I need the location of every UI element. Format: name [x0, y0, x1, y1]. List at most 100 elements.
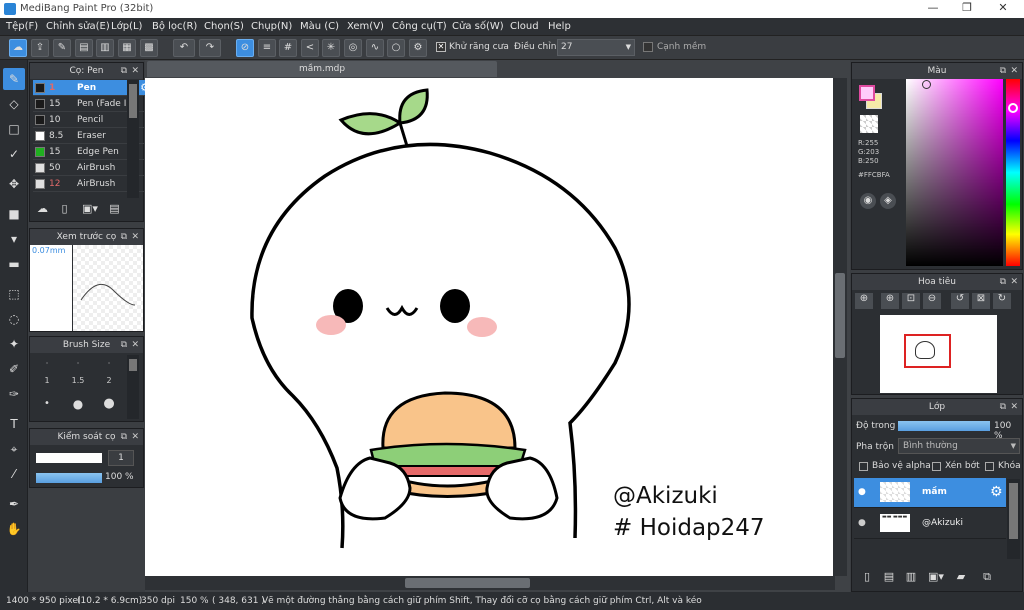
zoom-out-icon[interactable]: ⊖ — [923, 293, 941, 309]
popout-icon[interactable]: ⧉ — [1000, 399, 1006, 415]
popout-icon[interactable]: ⧉ — [121, 337, 127, 353]
move-tool-icon[interactable]: ✥ — [3, 173, 25, 195]
menu-capture[interactable]: Chụp(N) — [251, 21, 292, 32]
close-icon[interactable]: ✕ — [1010, 63, 1018, 79]
text-tool-icon[interactable]: T — [3, 413, 25, 435]
perspective-snap-icon[interactable]: < — [301, 39, 319, 57]
navigator-preview[interactable] — [880, 315, 997, 393]
fit-icon[interactable]: ⊡ — [902, 293, 920, 309]
parallel-snap-icon[interactable]: ≡ — [258, 39, 276, 57]
cloud-icon[interactable]: ☁ — [9, 39, 27, 57]
divide-tool-icon[interactable]: ⌖ — [3, 438, 25, 460]
grid-icon[interactable]: ▩ — [140, 39, 158, 57]
pages-icon[interactable]: ▦ — [118, 39, 136, 57]
menu-tools[interactable]: Công cụ(T) — [392, 21, 447, 32]
close-icon[interactable]: ✕ — [131, 429, 139, 445]
menu-layer[interactable]: Lớp(L) — [111, 21, 142, 32]
layer-list-scrollbar[interactable] — [1007, 479, 1020, 559]
menu-cloud[interactable]: Cloud — [510, 21, 539, 32]
brush-size-scrollbar[interactable] — [127, 355, 139, 419]
magic-wand-tool-icon[interactable]: ✦ — [3, 333, 25, 355]
layer-row-akizuki[interactable]: ● ▬▬ ▬▬▬ @Akizuki — [854, 509, 1006, 539]
select-pen-tool-icon[interactable]: ✐ — [3, 358, 25, 380]
brush-size-cell[interactable]: · 2 — [94, 355, 124, 387]
redo-icon[interactable]: ↷ — [199, 39, 221, 57]
lasso-tool-icon[interactable]: ◌ — [3, 308, 25, 330]
close-icon[interactable]: ✕ — [131, 337, 139, 353]
new-brush-icon[interactable]: ▯ — [56, 202, 73, 219]
blend-mode-select[interactable]: Bình thường ▼ — [898, 438, 1020, 454]
menu-help[interactable]: Help — [548, 21, 571, 32]
select-eraser-tool-icon[interactable]: ✑ — [3, 383, 25, 405]
zoom-in-icon[interactable]: ⊕ — [855, 293, 873, 309]
brush-size-cell[interactable]: ● — [94, 389, 124, 419]
popout-icon[interactable]: ⧉ — [121, 429, 127, 445]
antialias-checkbox[interactable]: ✕ — [436, 42, 446, 52]
layer-menu-icon[interactable]: ▣▾ — [924, 570, 948, 586]
menu-view[interactable]: Xem(V) — [347, 21, 384, 32]
close-icon[interactable]: ✕ — [1010, 274, 1018, 290]
popout-icon[interactable]: ⧉ — [121, 229, 127, 245]
correction-select[interactable]: 27 ▼ — [557, 39, 635, 56]
eye-icon[interactable]: ● — [858, 487, 866, 497]
brush-size-slider[interactable] — [36, 453, 102, 463]
brush-cloud-icon[interactable]: ☁ — [34, 202, 51, 219]
close-icon[interactable]: ✕ — [131, 229, 139, 245]
hue-slider[interactable] — [1006, 79, 1020, 266]
transparent-color-icon[interactable] — [860, 115, 878, 133]
brush-opacity-slider[interactable] — [36, 473, 102, 483]
layer-row-mam[interactable]: ● mầm ⚙ — [854, 478, 1006, 508]
rotate-left-icon[interactable]: ↺ — [951, 293, 969, 309]
canvas-vertical-scrollbar[interactable] — [833, 78, 847, 576]
settings-snap-icon[interactable]: ⚙ — [409, 39, 427, 57]
gradient-tool-icon[interactable]: ▬ — [3, 253, 25, 275]
palette-icon[interactable]: ◉ — [860, 193, 876, 209]
hand-tool-icon[interactable]: ✋ — [3, 518, 25, 540]
minimize-button[interactable]: — — [918, 1, 948, 17]
lock-checkbox[interactable] — [985, 462, 994, 471]
menu-color[interactable]: Màu (C) — [300, 21, 339, 32]
soft-edge-checkbox[interactable] — [643, 42, 653, 52]
protect-alpha-checkbox[interactable] — [859, 462, 868, 471]
brush-size-cell[interactable]: · 1 — [32, 355, 62, 387]
menu-window[interactable]: Cửa số(W) — [452, 21, 504, 32]
document-tab[interactable]: mầm.mdp — [147, 61, 497, 77]
speech-icon[interactable]: ▤ — [75, 39, 93, 57]
radial-snap-icon[interactable]: ✳ — [322, 39, 340, 57]
zoom-in-icon[interactable]: ⊕ — [881, 293, 899, 309]
eyedropper-tool-icon[interactable]: ⁄ — [3, 463, 25, 485]
brush-settings-icon[interactable]: ▤ — [106, 202, 123, 219]
share-icon[interactable]: ⇪ — [31, 39, 49, 57]
canvas[interactable]: @Akizuki # Hoidap247 — [145, 78, 833, 576]
popout-icon[interactable]: ⧉ — [1000, 274, 1006, 290]
brush-tool-icon[interactable]: ✎ — [3, 68, 25, 90]
duplicate-layer-icon[interactable]: ⧉ — [978, 570, 996, 586]
rect-fill-tool-icon[interactable]: ■ — [3, 203, 25, 225]
layer-opacity-slider[interactable] — [898, 421, 990, 431]
comment-icon[interactable]: ✎ — [53, 39, 71, 57]
brush-size-cell[interactable]: · 1.5 — [63, 355, 93, 387]
dot-tool-icon[interactable]: ✓ — [3, 143, 25, 165]
popout-icon[interactable]: ⧉ — [1000, 63, 1006, 79]
close-icon[interactable]: ✕ — [131, 63, 139, 79]
gear-icon[interactable]: ⚙ — [990, 484, 1003, 500]
circle-snap-icon[interactable]: ○ — [387, 39, 405, 57]
folder-icon[interactable]: ▰ — [952, 570, 970, 586]
new-halftone-layer-icon[interactable]: ▤ — [880, 570, 898, 586]
brush-size-cell[interactable]: ● — [63, 389, 93, 419]
menu-edit[interactable]: Chỉnh sửa(E) — [46, 21, 110, 32]
pen-tool-icon[interactable]: ✒ — [3, 493, 25, 515]
popout-icon[interactable]: ⧉ — [121, 63, 127, 79]
no-snap-icon[interactable]: ⊘ — [236, 39, 254, 57]
eye-icon[interactable]: ● — [858, 518, 866, 528]
page-icon[interactable]: ▥ — [96, 39, 114, 57]
clipping-checkbox[interactable] — [932, 462, 941, 471]
maximize-button[interactable]: ❐ — [952, 1, 982, 17]
menu-filter[interactable]: Bộ lọc(R) — [152, 21, 197, 32]
close-icon[interactable]: ✕ — [1010, 399, 1018, 415]
curve-snap-icon[interactable]: ∿ — [366, 39, 384, 57]
shape-tool-icon[interactable]: □ — [3, 118, 25, 140]
brush-size-value[interactable]: 1 — [108, 450, 134, 466]
palette-add-icon[interactable]: ◈ — [880, 193, 896, 209]
menu-select[interactable]: Chọn(S) — [204, 21, 244, 32]
